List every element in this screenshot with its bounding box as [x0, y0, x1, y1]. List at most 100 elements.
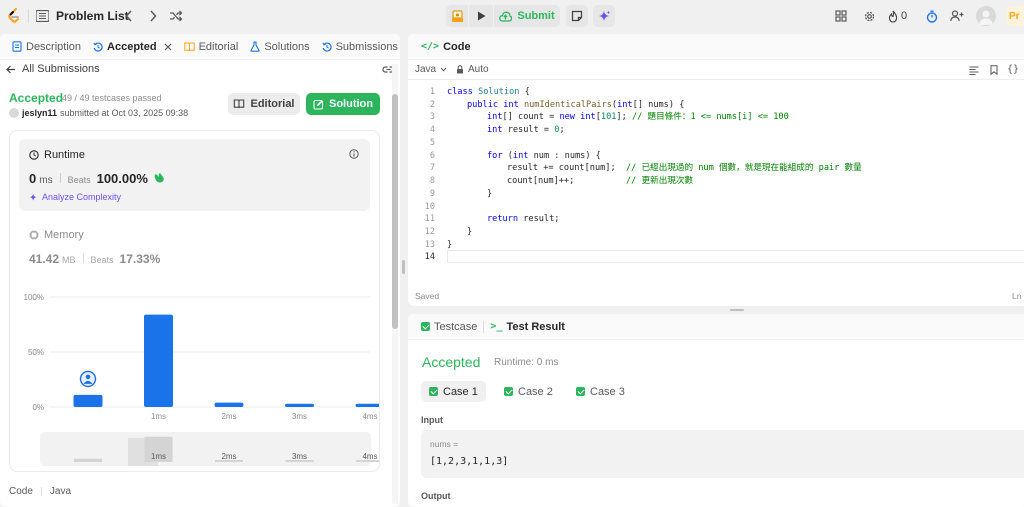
book-icon: [183, 42, 195, 51]
code-line-1: class Solution {: [447, 86, 530, 99]
code-token: (: [502, 151, 513, 161]
case-2-tab[interactable]: Case 2: [496, 381, 561, 402]
tab-test-result[interactable]: >_ Test Result: [484, 321, 571, 333]
document-icon: [12, 41, 22, 52]
check-icon: [504, 387, 513, 396]
tab-testcase[interactable]: Testcase: [415, 321, 483, 333]
case-label: Case 3: [590, 385, 625, 398]
tab-solutions[interactable]: Solutions: [244, 41, 315, 53]
vertical-resize-handle[interactable]: [402, 260, 405, 274]
next-problem-button[interactable]: [146, 8, 160, 24]
language-select[interactable]: Java: [415, 64, 447, 75]
code-area[interactable]: 1 2 3 4 5 6 7 8 9 10 11 12 13 14 class S…: [408, 84, 1024, 284]
tab-code[interactable]: </> Code: [415, 41, 477, 53]
avatar[interactable]: [976, 6, 996, 26]
run-button[interactable]: [469, 5, 493, 27]
left-scrollbar[interactable]: [392, 64, 398, 504]
check-icon: [576, 387, 585, 396]
code-token: for: [487, 151, 503, 161]
code-line-13: }: [447, 239, 452, 252]
code-token: result += count[num];: [507, 163, 626, 173]
code-label: Code: [9, 486, 33, 497]
back-to-submissions[interactable]: All Submissions: [6, 63, 100, 75]
debug-button[interactable]: [446, 5, 468, 27]
format-code-button[interactable]: [968, 64, 980, 76]
code-line-4: int result = 0;: [487, 124, 565, 137]
leetcode-logo-icon: [8, 8, 19, 23]
test-result-panel: Testcase >_ Test Result Accepted Runtime…: [408, 314, 1024, 507]
y-tick-label: 0%: [32, 403, 44, 412]
tab-editorial[interactable]: Editorial: [178, 41, 245, 53]
bookmark-button[interactable]: [988, 64, 1000, 76]
random-problem-button[interactable]: [168, 8, 184, 24]
top-bar: Problem List Submit 0 Pr: [0, 0, 1024, 32]
bookmark-icon: [990, 65, 998, 75]
tab-description[interactable]: Description: [6, 41, 87, 53]
solution-button[interactable]: Solution: [306, 93, 380, 115]
ai-assistant-button[interactable]: [593, 5, 615, 27]
submit-button[interactable]: Submit: [494, 5, 560, 27]
code-token: int: [512, 151, 529, 161]
analyze-complexity-button[interactable]: Analyze Complexity: [29, 192, 121, 202]
problem-list-button[interactable]: Problem List: [36, 6, 129, 26]
premium-button[interactable]: Pr: [1006, 6, 1024, 26]
memory-section[interactable]: Memory 41.42 MB Beats 17.33%: [29, 229, 160, 266]
case-1-tab[interactable]: Case 1: [421, 381, 486, 402]
code-token: [] count =: [502, 112, 560, 122]
code-token: ;: [559, 125, 565, 135]
output-label: Output: [421, 491, 451, 501]
divider: [82, 253, 84, 263]
layout-button[interactable]: [833, 8, 849, 24]
submission-status: Accepted: [9, 91, 64, 105]
runtime-distribution-chart[interactable]: 100% 50% 0% 1ms 2ms 3ms 4ms 1ms 2ms 3ms 4ms: [10, 267, 379, 472]
shuffle-icon: [170, 10, 183, 22]
close-icon[interactable]: [164, 43, 172, 51]
premium-label: Pr: [1009, 10, 1020, 22]
streak-counter[interactable]: 0: [888, 8, 907, 24]
runtime-card[interactable]: Runtime 0 ms Beats 100.00% Analyze Compl…: [19, 139, 370, 211]
notes-button[interactable]: [566, 5, 588, 27]
line-number: 8: [429, 176, 435, 186]
leetcode-logo[interactable]: [6, 7, 22, 25]
solution-label: Solution: [329, 98, 373, 110]
code-token: int: [580, 112, 596, 122]
auto-save-toggle[interactable]: Auto: [456, 64, 489, 75]
code-token: 101: [600, 112, 617, 122]
memory-beats-value: 17.33%: [119, 252, 161, 266]
code-token: return: [487, 214, 519, 224]
editorial-button[interactable]: Editorial: [228, 93, 300, 115]
settings-button[interactable]: [861, 8, 877, 24]
tab-submissions[interactable]: Submissions: [316, 41, 400, 53]
testcases-passed: 49 / 49 testcases passed: [62, 93, 162, 103]
username[interactable]: jeslyn11: [22, 108, 57, 118]
problem-list-label: Problem List: [56, 9, 129, 23]
braces-button[interactable]: {}: [1006, 63, 1020, 76]
line-number: 1: [429, 87, 435, 97]
code-icon: </>: [421, 41, 440, 52]
divider: [28, 9, 29, 23]
avatar-head: [85, 374, 91, 380]
x-tick-label: 3ms: [292, 412, 307, 421]
tab-label: Submissions: [335, 40, 398, 53]
submission-panel: Description Accepted Editorial Solutions…: [0, 34, 400, 507]
arrow-left-icon: [6, 65, 15, 73]
line-number: 5: [429, 138, 435, 148]
invite-button[interactable]: [948, 8, 966, 24]
line-number: 11: [424, 214, 435, 224]
prev-problem-button[interactable]: [122, 8, 136, 24]
info-icon[interactable]: [349, 149, 359, 159]
scrollbar-thumb[interactable]: [392, 94, 398, 329]
input-box[interactable]: nums = [1,2,3,1,1,3]: [421, 430, 1024, 478]
tab-label: Test Result: [506, 320, 565, 333]
code-comment: // 題目條件：1 <= nums[i] <= 100: [631, 112, 789, 122]
case-3-tab[interactable]: Case 3: [568, 381, 633, 402]
code-token: int: [487, 125, 503, 135]
line-number: 7: [429, 163, 435, 173]
editor-toolbar: Java Auto {}: [408, 60, 1024, 80]
braces-icon: {}: [1006, 64, 1020, 75]
tab-accepted[interactable]: Accepted: [87, 41, 178, 53]
horizontal-resize-handle[interactable]: [730, 309, 744, 311]
user-avatar-icon: [9, 108, 19, 118]
timer-button[interactable]: [924, 8, 940, 24]
chart-bar: [214, 402, 244, 407]
